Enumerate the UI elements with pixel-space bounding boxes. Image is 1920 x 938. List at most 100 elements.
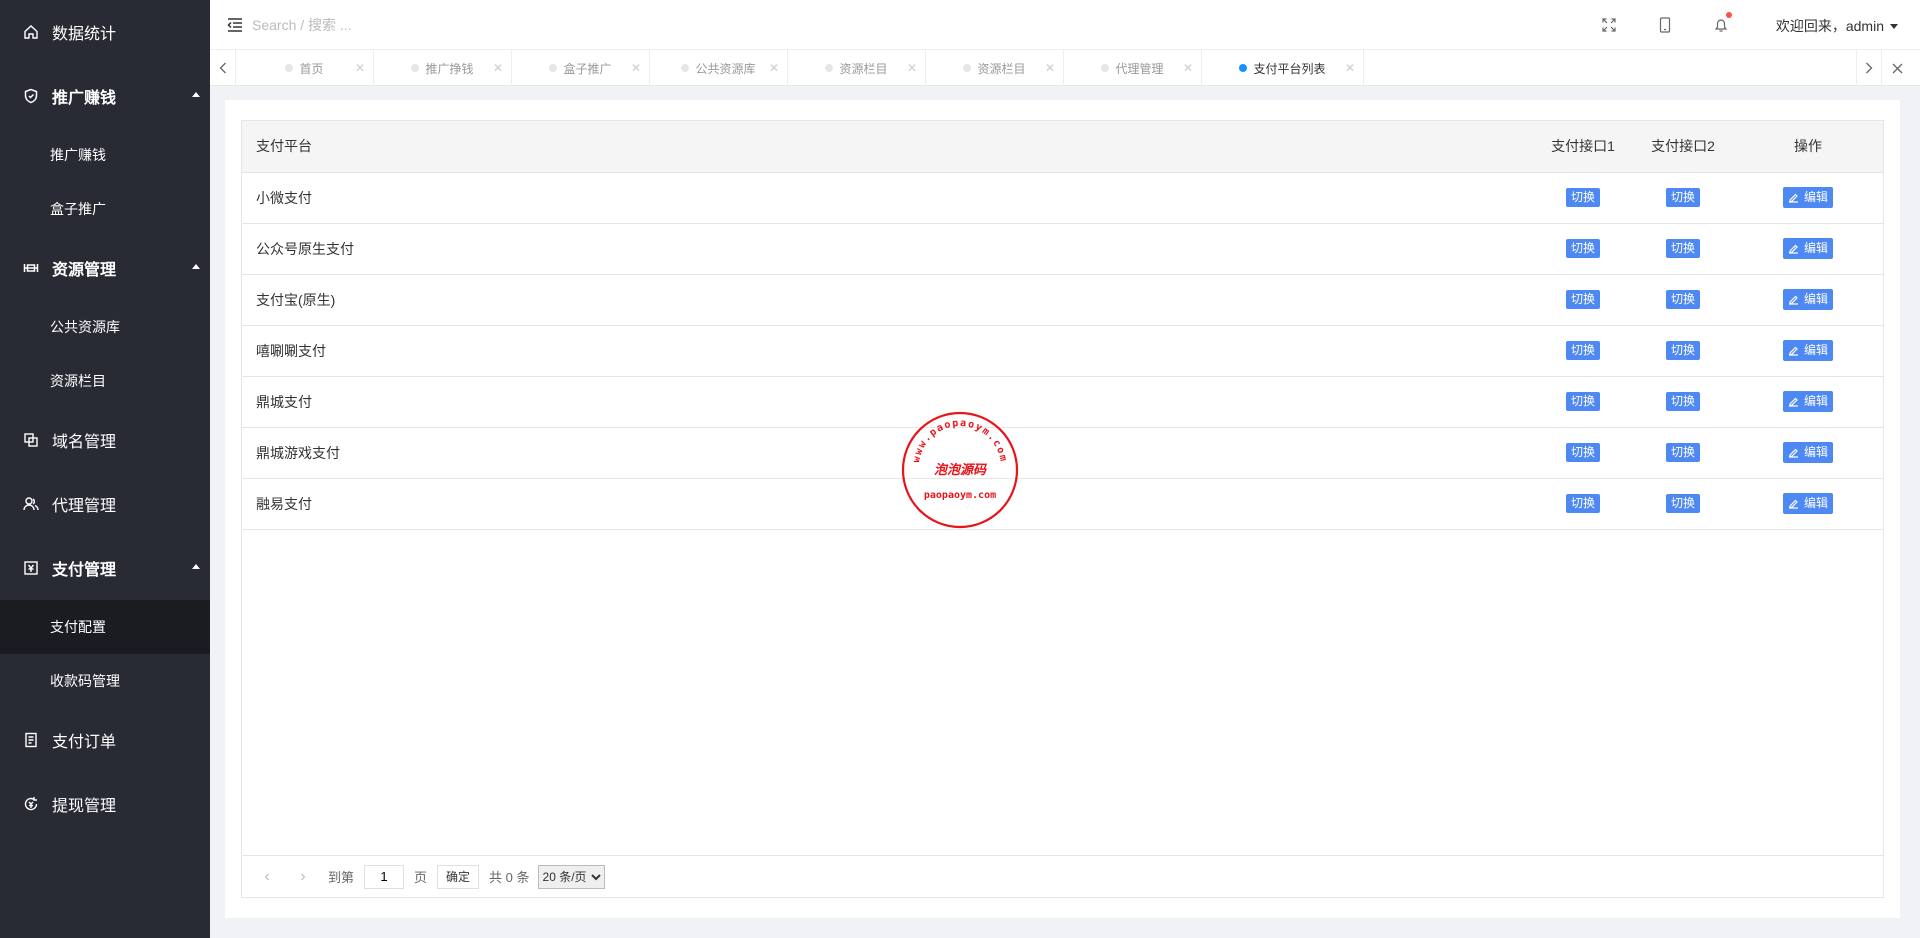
tab-home[interactable]: 首页 ✕ [236, 50, 374, 86]
sidebar-subitem-public-library[interactable]: 公共资源库 [0, 300, 210, 354]
actions-cell: 编辑 [1733, 427, 1883, 479]
close-icon[interactable]: ✕ [769, 61, 779, 75]
tab-dot-icon [411, 64, 420, 72]
chevron-up-icon [192, 264, 200, 269]
user-greeting: 欢迎回来，admin [1775, 18, 1884, 34]
tab-payment-platform-list[interactable]: 支付平台列表 ✕ [1202, 50, 1364, 86]
next-page-icon[interactable]: › [292, 868, 314, 886]
switch-interface2-button[interactable]: 切换 [1665, 443, 1700, 462]
switch-interface1-button[interactable]: 切换 [1565, 494, 1600, 513]
tab-agent-manage[interactable]: 代理管理 ✕ [1064, 50, 1202, 86]
edit-button[interactable]: 编辑 [1782, 442, 1833, 463]
payment-platform-table: 支付平台 支付接口1 支付接口2 操作 小微支付 切换 切换 编辑 公众号原生支付 切换切… [242, 121, 1883, 530]
sidebar-subitem-payment-config[interactable]: 支付配置 [0, 600, 210, 654]
tab-dot-icon [285, 64, 294, 72]
sidebar-item-stats[interactable]: 数据统计 [0, 0, 210, 64]
edit-pen-icon [1788, 193, 1798, 203]
switch-interface1-button[interactable]: 切换 [1565, 392, 1600, 411]
interface2-cell: 切换 [1633, 478, 1733, 530]
sidebar-item-resources[interactable]: 资源管理 [0, 236, 210, 300]
col-header-platform: 支付平台 [242, 121, 1533, 173]
switch-interface2-button[interactable]: 切换 [1665, 290, 1700, 309]
sidebar-item-promote[interactable]: 推广赚钱 [0, 64, 210, 128]
tab-resource-column[interactable]: 资源栏目 ✕ [788, 50, 926, 86]
sidebar-item-withdraw[interactable]: 提现管理 [0, 772, 210, 836]
close-icon[interactable]: ✕ [355, 61, 365, 75]
close-icon[interactable]: ✕ [907, 61, 917, 75]
switch-interface1-button[interactable]: 切换 [1565, 290, 1600, 309]
tab-label: 首页 [299, 61, 324, 76]
pagination: ‹ › 到第 页 确定 共 0 条 20 条/页 [242, 855, 1883, 897]
sidebar-subitem-resource-column[interactable]: 资源栏目 [0, 354, 210, 408]
stamp-bottom-text: paopaoym.com [924, 490, 996, 501]
platform-name: 支付宝(原生) [242, 274, 1533, 326]
bell-icon[interactable] [1711, 12, 1732, 35]
switch-interface2-button[interactable]: 切换 [1665, 494, 1700, 513]
edit-button[interactable]: 编辑 [1782, 187, 1833, 208]
edit-pen-icon [1788, 499, 1798, 509]
switch-interface2-button[interactable]: 切换 [1665, 392, 1700, 411]
tab-box-promote[interactable]: 盒子推广 ✕ [512, 50, 650, 86]
edit-button[interactable]: 编辑 [1782, 289, 1833, 310]
actions-cell: 编辑 [1733, 172, 1883, 224]
tab-scroll-left-icon[interactable] [210, 50, 236, 86]
edit-pen-icon [1788, 295, 1798, 305]
sidebar-item-agents[interactable]: 代理管理 [0, 472, 210, 536]
close-icon[interactable]: ✕ [1183, 61, 1193, 75]
tab-bar: 首页 ✕ 推广挣钱 ✕ 盒子推广 ✕ 公共资源库 ✕ 资源栏目 ✕ 资源栏目 ✕ 代理管理 ✕… [210, 50, 1920, 86]
sidebar-subitem-qrcode-manage[interactable]: 收款码管理 [0, 654, 210, 708]
edit-label: 编辑 [1803, 190, 1828, 204]
tab-label: 代理管理 [1115, 61, 1164, 76]
fullscreen-icon[interactable] [1599, 15, 1619, 35]
tab-public-library[interactable]: 公共资源库 ✕ [650, 50, 788, 86]
sidebar-item-orders[interactable]: 支付订单 [0, 708, 210, 772]
edit-button[interactable]: 编辑 [1782, 340, 1833, 361]
switch-interface2-button[interactable]: 切换 [1665, 239, 1700, 258]
tab-dot-icon [549, 64, 558, 72]
switch-interface1-button[interactable]: 切换 [1565, 188, 1600, 207]
switch-interface2-button[interactable]: 切换 [1665, 341, 1700, 360]
switch-interface1-button[interactable]: 切换 [1565, 239, 1600, 258]
sidebar-subitem-promote-earn[interactable]: 推广赚钱 [0, 128, 210, 182]
switch-interface1-button[interactable]: 切换 [1565, 341, 1600, 360]
close-icon[interactable]: ✕ [1345, 61, 1355, 75]
page-number-input[interactable] [364, 864, 405, 889]
switch-interface2-button[interactable]: 切换 [1665, 188, 1700, 207]
edit-button[interactable]: 编辑 [1782, 493, 1833, 514]
chevron-up-icon [192, 564, 200, 569]
sidebar-subitem-box-promote[interactable]: 盒子推广 [0, 182, 210, 236]
close-all-tabs-icon[interactable] [1884, 50, 1910, 86]
close-icon[interactable]: ✕ [1045, 61, 1055, 75]
col-header-actions: 操作 [1733, 121, 1883, 173]
tab-scroll-right-icon[interactable] [1856, 50, 1882, 86]
confirm-page-button[interactable]: 确定 [437, 864, 480, 889]
payment-table-container: 支付平台 支付接口1 支付接口2 操作 小微支付 切换 切换 编辑 公众号原生支付 切换切… [241, 120, 1884, 898]
tab-list: 首页 ✕ 推广挣钱 ✕ 盒子推广 ✕ 公共资源库 ✕ 资源栏目 ✕ 资源栏目 ✕ 代理管理 ✕… [236, 50, 1364, 86]
interface1-cell: 切换 [1533, 172, 1633, 224]
edit-pen-icon [1788, 448, 1798, 458]
close-icon[interactable]: ✕ [631, 61, 641, 75]
actions-cell: 编辑 [1733, 478, 1883, 530]
tab-promote-earn[interactable]: 推广挣钱 ✕ [374, 50, 512, 86]
switch-interface1-button[interactable]: 切换 [1565, 443, 1600, 462]
prev-page-icon[interactable]: ‹ [256, 868, 278, 886]
users-icon [22, 495, 40, 513]
home-icon [22, 23, 40, 41]
close-icon[interactable]: ✕ [493, 61, 503, 75]
user-menu[interactable]: 欢迎回来，admin [1776, 16, 1898, 36]
sidebar-item-label: 代理管理 [52, 498, 117, 515]
tab-resource-column-2[interactable]: 资源栏目 ✕ [926, 50, 1064, 86]
sidebar-item-domains[interactable]: 域名管理 [0, 408, 210, 472]
search-input[interactable] [252, 10, 512, 40]
goto-label: 到第 [328, 870, 355, 885]
mobile-icon[interactable] [1655, 15, 1675, 35]
edit-button[interactable]: 编辑 [1782, 391, 1833, 412]
interface2-cell: 切换 [1633, 223, 1733, 275]
edit-button[interactable]: 编辑 [1782, 238, 1833, 259]
platform-name: 鼎城游戏支付 [242, 427, 1533, 479]
sidebar-item-payment[interactable]: 支付管理 [0, 536, 210, 600]
page-size-select[interactable]: 20 条/页 [537, 864, 605, 889]
app-root: 数据统计 推广赚钱 推广赚钱 盒子推广 资源管理 公共资源库 资源栏目 域名管理 [0, 0, 1920, 938]
watermark-stamp: www.paopaoym.com 泡泡源码 paopaoym.com [901, 411, 1019, 529]
menu-toggle-icon[interactable] [226, 16, 244, 34]
